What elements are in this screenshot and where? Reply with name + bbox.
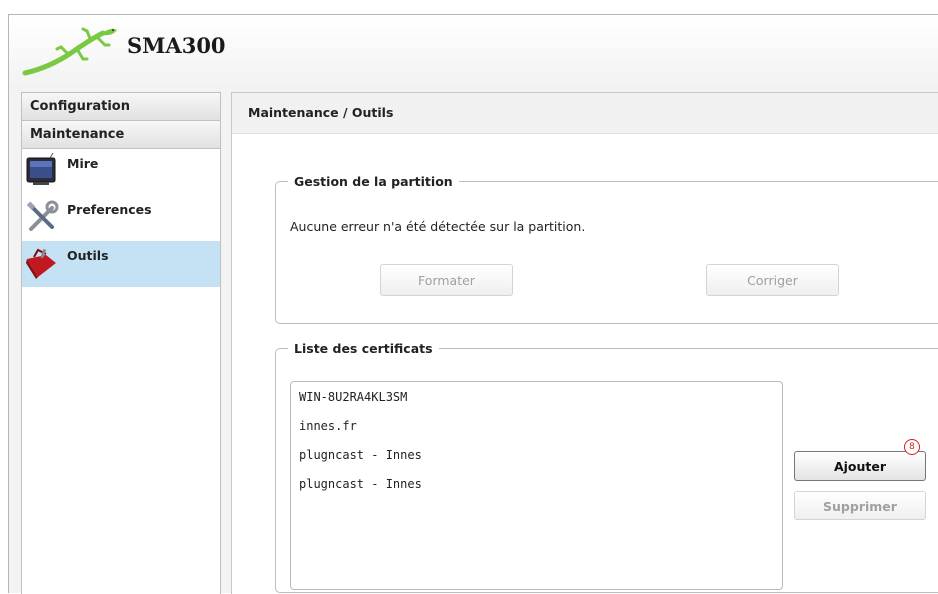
add-certificate-button[interactable]: Ajouter [794, 451, 926, 481]
toolbox-icon [26, 248, 56, 279]
sidebar-item-label: Mire [67, 156, 99, 171]
gecko-logo [22, 27, 117, 76]
partition-status-text: Aucune erreur n'a été détectée sur la pa… [290, 219, 586, 234]
sidebar-section-configuration[interactable]: Configuration [22, 93, 220, 121]
certificates-list[interactable]: WIN-8U2RA4KL3SM innes.fr plugncast - Inn… [290, 381, 783, 590]
list-item[interactable]: plugncast - Innes [291, 441, 782, 470]
app-frame: SMA300 Configuration Maintenance Mire Pr… [8, 14, 938, 594]
sidebar-item-outils[interactable]: Outils [22, 241, 220, 287]
certificates-panel: Liste des certificats WIN-8U2RA4KL3SM in… [275, 341, 938, 593]
sidebar-item-label: Outils [67, 248, 109, 263]
main-content: Maintenance / Outils Gestion de la parti… [231, 92, 938, 594]
monitor-icon [26, 153, 56, 185]
sidebar-section-maintenance[interactable]: Maintenance [22, 121, 220, 149]
sidebar-item-preferences[interactable]: Preferences [22, 195, 220, 241]
sidebar: Configuration Maintenance Mire Preferenc… [21, 92, 221, 594]
tools-icon [26, 200, 59, 231]
annotation-marker: 8 [904, 439, 920, 455]
sidebar-item-label: Preferences [67, 202, 152, 217]
fix-button[interactable]: Corriger [706, 264, 839, 296]
format-button[interactable]: Formater [380, 264, 513, 296]
list-item[interactable]: plugncast - Innes [291, 470, 782, 499]
breadcrumb: Maintenance / Outils [232, 93, 938, 134]
sidebar-item-mire[interactable]: Mire [22, 149, 220, 195]
certificates-legend: Liste des certificats [294, 341, 433, 356]
list-item[interactable]: innes.fr [291, 412, 782, 441]
app-title: SMA300 [127, 33, 226, 58]
partition-panel: Gestion de la partition Aucune erreur n'… [275, 174, 938, 324]
app-header: SMA300 [9, 15, 938, 89]
list-item[interactable]: WIN-8U2RA4KL3SM [291, 383, 782, 412]
remove-certificate-button[interactable]: Supprimer [794, 491, 926, 520]
partition-legend: Gestion de la partition [294, 174, 453, 189]
